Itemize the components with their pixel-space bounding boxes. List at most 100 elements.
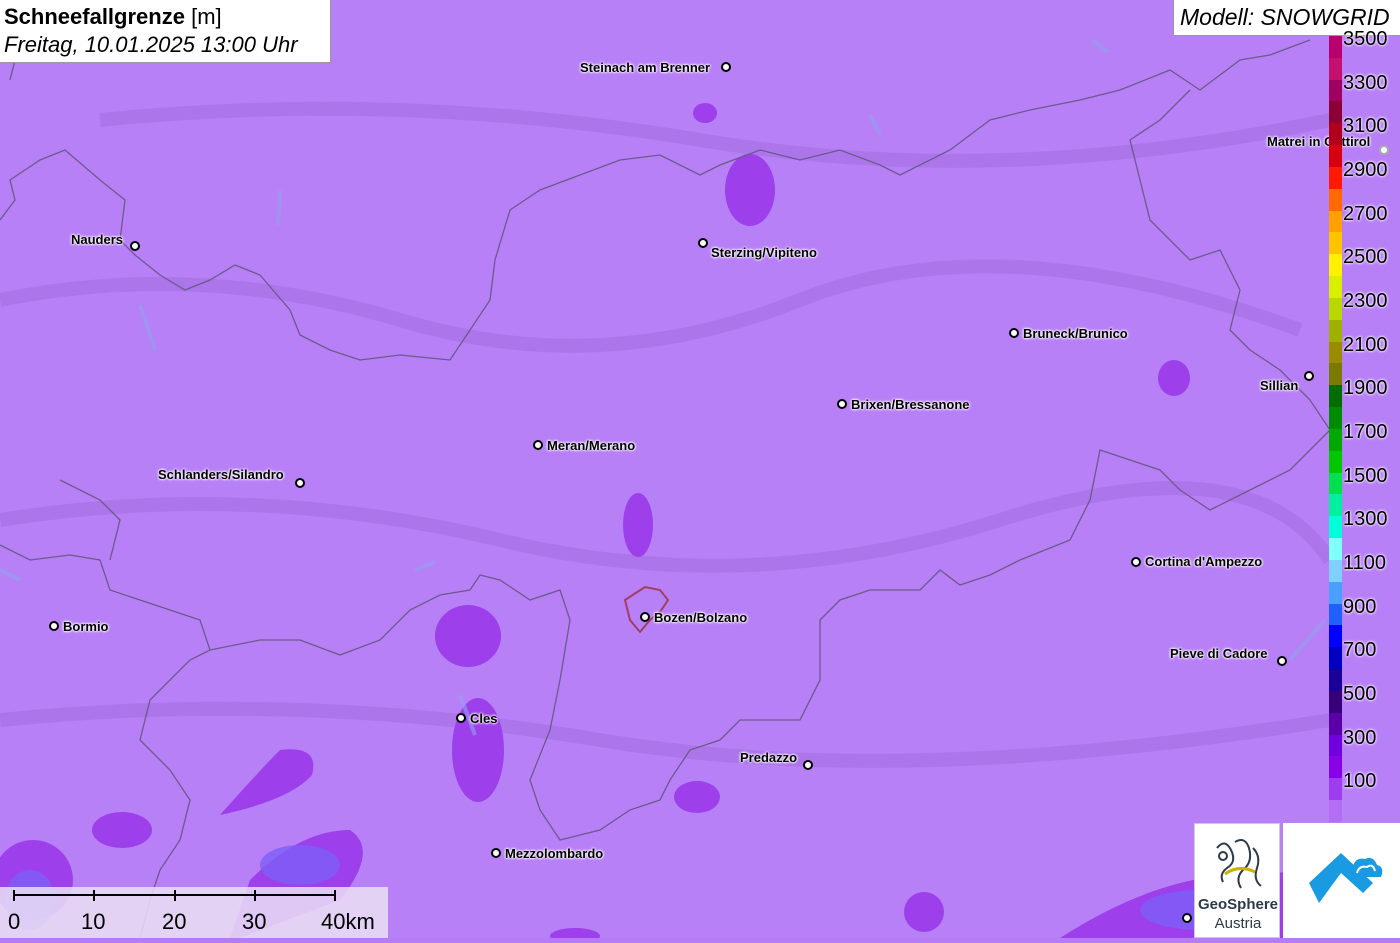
- city-dot[interactable]: [1304, 371, 1314, 381]
- title-line: Schneefallgrenze [m]: [4, 3, 330, 31]
- city-dot[interactable]: [803, 760, 813, 770]
- city-dot[interactable]: [837, 399, 847, 409]
- city-label: Pieve di Cadore: [1170, 646, 1268, 661]
- legend-swatch: [1329, 625, 1342, 648]
- legend-swatch: [1329, 101, 1342, 124]
- logo-line2: Austria: [1214, 915, 1262, 932]
- city-label: Mezzolombardo: [505, 846, 604, 861]
- legend-swatch: [1329, 210, 1342, 233]
- legend-label: 1500: [1343, 464, 1388, 487]
- color-legend: 3500 3300 3100 2900 2700 2500 2300 2100 1900 1700…: [1329, 29, 1400, 822]
- city-label: Cortina d'Ampezzo: [1145, 554, 1263, 569]
- legend-label: 3100: [1343, 115, 1388, 138]
- city-dot[interactable]: [533, 440, 543, 450]
- legend-label: 500: [1343, 683, 1377, 705]
- legend-swatch: [1329, 276, 1342, 298]
- scale-label: 0: [8, 909, 21, 934]
- legend-label: 2100: [1343, 333, 1388, 356]
- city-dot[interactable]: [1131, 557, 1141, 567]
- legend-swatch: [1329, 297, 1342, 320]
- legend-swatch: [1329, 428, 1342, 451]
- legend-swatch: [1329, 559, 1342, 582]
- legend-swatch: [1329, 581, 1342, 604]
- city-label: Bruneck/Brunico: [1023, 326, 1128, 341]
- legend-swatch: [1329, 407, 1342, 429]
- legend-label: 1100: [1343, 552, 1387, 574]
- legend-swatch: [1329, 690, 1342, 713]
- legend-swatch: [1329, 603, 1342, 626]
- legend-swatch: [1329, 647, 1342, 670]
- legend-swatch: [1329, 669, 1342, 691]
- legend-label: 1300: [1343, 508, 1388, 531]
- logo-line1: GeoSphere: [1197, 896, 1279, 913]
- city-label: Sterzing/Vipiteno: [711, 245, 817, 260]
- city-label: Nauders: [71, 232, 124, 247]
- city-label: Bozen/Bolzano: [654, 610, 748, 625]
- scale-label: 40km: [321, 909, 375, 934]
- legend-label: 2700: [1343, 202, 1388, 225]
- legend-swatch: [1329, 472, 1342, 495]
- legend-swatch: [1329, 188, 1342, 211]
- city-label: Cles: [470, 711, 498, 726]
- legend-label: 2500: [1343, 246, 1388, 269]
- geosphere-logo[interactable]: GeoSphere Austria: [1194, 823, 1280, 938]
- legend-swatch: [1329, 232, 1342, 255]
- legend-label: 3500: [1343, 28, 1388, 50]
- city-dot[interactable]: [456, 713, 466, 723]
- city-label: Schlanders/Silandro: [158, 467, 284, 482]
- legend-label: 2900: [1343, 159, 1388, 181]
- legend-swatch: [1329, 450, 1342, 473]
- legend-label: 1700: [1343, 421, 1388, 443]
- legend-label: 100: [1343, 770, 1377, 793]
- city-label: Bormio: [63, 619, 109, 634]
- city-dot[interactable]: [1009, 328, 1019, 338]
- city-label: Brixen/Bressanone: [851, 397, 970, 412]
- scale-label: 20: [162, 909, 187, 934]
- legend-label: 300: [1343, 726, 1377, 749]
- city-dot[interactable]: [491, 848, 501, 858]
- city-dot[interactable]: [640, 612, 650, 622]
- city-label: Meran/Merano: [547, 438, 636, 453]
- city-dot[interactable]: [49, 621, 59, 631]
- city-label: Sillian: [1260, 378, 1299, 393]
- legend-swatch: [1329, 712, 1342, 735]
- legend-swatch: [1329, 36, 1342, 58]
- city-label: Steinach am Brenner: [580, 60, 711, 75]
- legend-swatch: [1329, 385, 1342, 408]
- legend-label: 2300: [1343, 290, 1388, 312]
- city-dot[interactable]: [295, 478, 305, 488]
- forecast-datetime: Freitag, 10.01.2025 13:00 Uhr: [4, 32, 298, 57]
- legend-swatch: [1329, 734, 1342, 757]
- variable-unit: [m]: [191, 4, 222, 29]
- city-dot[interactable]: [130, 241, 140, 251]
- legend-colorbar: [1329, 36, 1342, 822]
- legend-swatch: [1329, 79, 1342, 102]
- scale-label: 30: [242, 909, 267, 934]
- legend-label: 700: [1343, 639, 1377, 662]
- legend-swatch: [1329, 799, 1342, 822]
- legend-swatch: [1329, 778, 1342, 800]
- legend-swatch: [1329, 123, 1342, 146]
- app-logo[interactable]: [1283, 823, 1400, 938]
- legend-label: 1900: [1343, 377, 1388, 400]
- legend-label: 3300: [1343, 71, 1388, 94]
- city-dot[interactable]: [1182, 913, 1192, 923]
- variable-name: Schneefallgrenze: [4, 4, 185, 29]
- legend-swatch: [1329, 756, 1342, 779]
- city-dot[interactable]: [721, 62, 731, 72]
- geosphere-emblem-icon: [1216, 839, 1262, 889]
- title-box: Schneefallgrenze [m] Freitag, 10.01.2025…: [0, 0, 331, 63]
- legend-swatch: [1329, 341, 1342, 364]
- scale-bar: 0 10 20 30 40km: [0, 887, 388, 938]
- legend-swatch: [1329, 57, 1342, 80]
- legend-swatch: [1329, 538, 1342, 560]
- legend-swatch: [1329, 319, 1342, 342]
- legend-swatch: [1329, 516, 1342, 539]
- city-dot[interactable]: [698, 238, 708, 248]
- city-label: Predazzo: [740, 750, 798, 765]
- legend-label: 900: [1343, 595, 1377, 618]
- scale-label: 10: [81, 909, 106, 934]
- legend-swatch: [1329, 363, 1342, 386]
- legend-swatch: [1329, 145, 1342, 167]
- city-dot[interactable]: [1277, 656, 1287, 666]
